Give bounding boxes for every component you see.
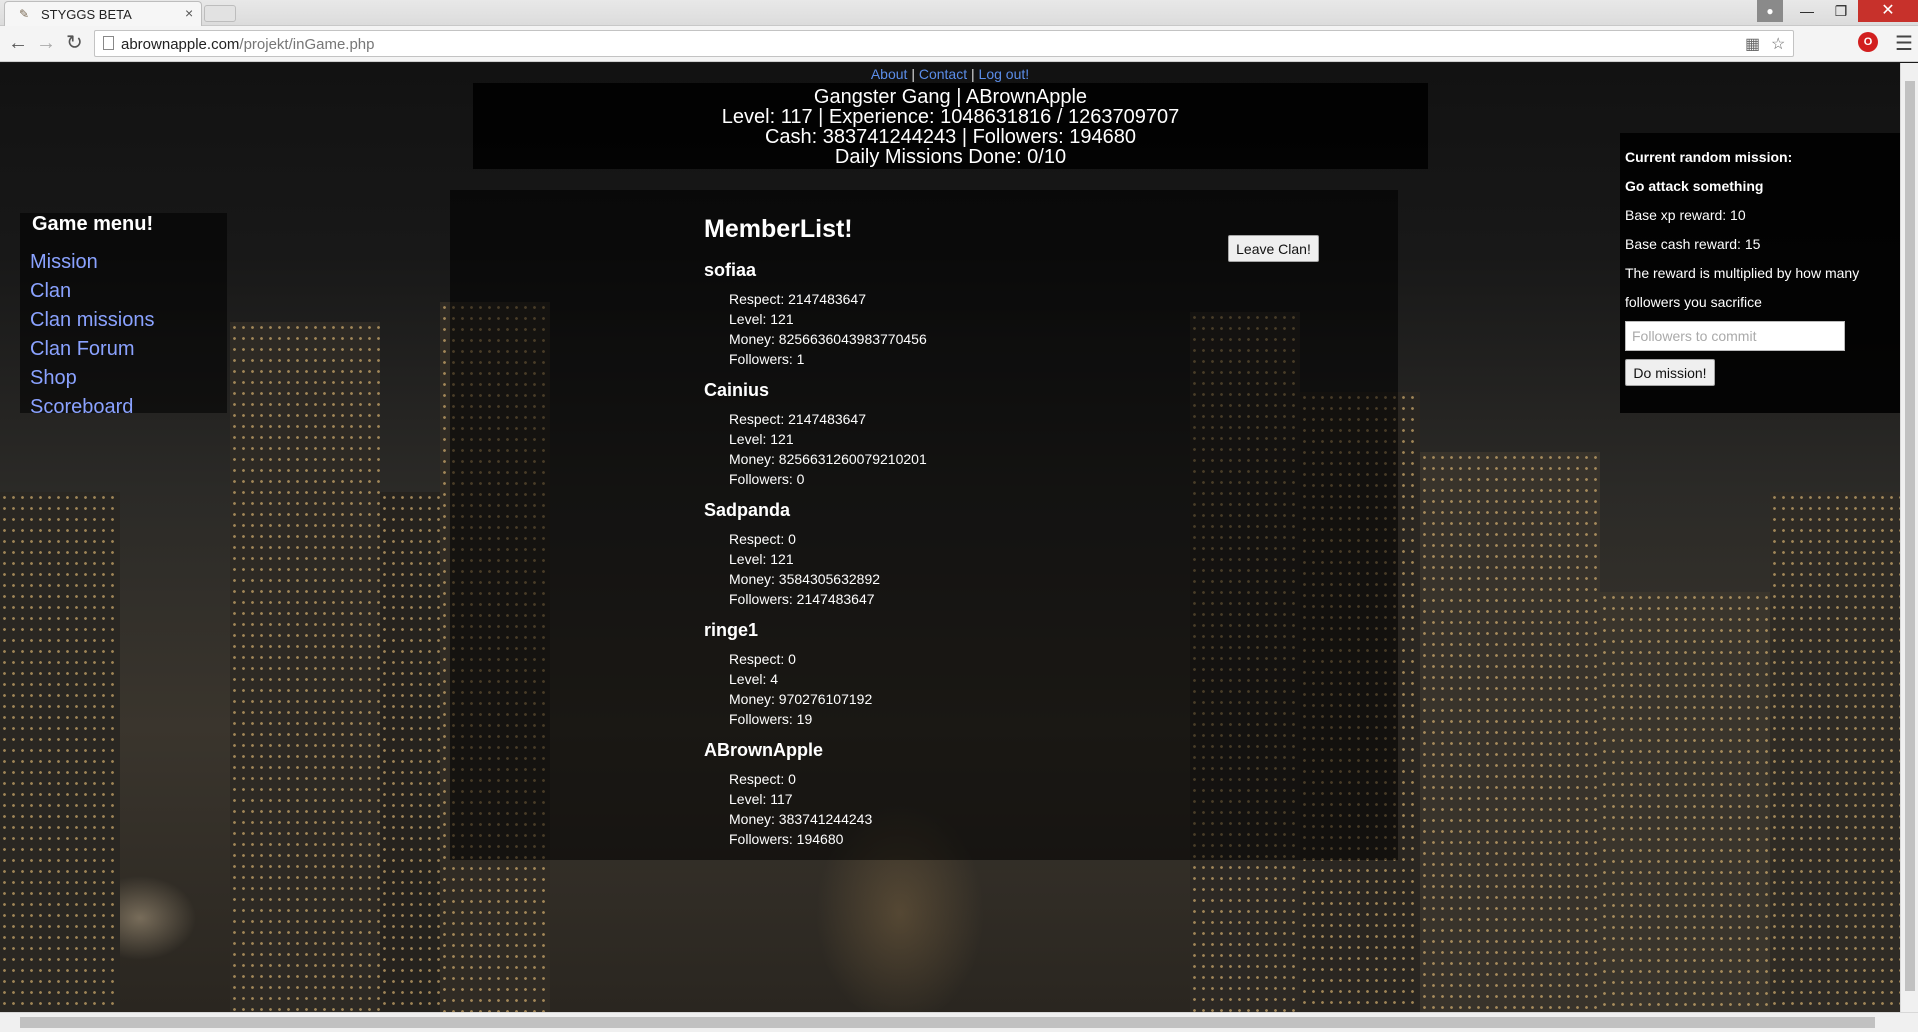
skyline-building — [230, 322, 380, 1012]
url-path: /projekt/inGame.php — [239, 36, 375, 53]
daily-missions: Daily Missions Done: 0/10 — [834, 146, 1067, 168]
member-level: Level: 117 — [729, 791, 793, 807]
skyline-building — [1770, 492, 1900, 1012]
member-followers: Followers: 2147483647 — [729, 591, 875, 607]
browser-titlebar: ✎ STYGGS BETA × ● — ❐ ✕ — [0, 0, 1918, 26]
member-entry: ringe1 Respect: 0 Level: 4 Money: 970276… — [704, 619, 1104, 729]
member-money: Money: 970276107192 — [729, 691, 873, 707]
game-menu-title: Game menu! — [32, 213, 154, 235]
mission-xp-reward: Base xp reward: 10 — [1625, 207, 1746, 223]
tab-title: STYGGS BETA — [41, 7, 132, 22]
star-icon[interactable]: ☆ — [1771, 34, 1785, 54]
member-name: ringe1 — [704, 620, 759, 640]
member-level: Level: 4 — [729, 671, 779, 687]
browser-tab[interactable]: ✎ STYGGS BETA × — [4, 1, 202, 26]
maximize-icon[interactable]: ❐ — [1820, 0, 1862, 22]
followers-input[interactable] — [1625, 321, 1845, 351]
logout-link[interactable]: Log out! — [979, 66, 1030, 82]
top-links: About | Contact | Log out! — [0, 66, 1900, 82]
member-money: Money: 3584305632892 — [729, 571, 881, 587]
member-money: Money: 383741244243 — [729, 811, 873, 827]
member-level: Level: 121 — [729, 311, 794, 327]
vertical-scrollbar-thumb[interactable] — [1905, 81, 1915, 991]
mission-description-cont: followers you sacrifice — [1625, 294, 1762, 310]
menu-item-clan-forum[interactable]: Clan Forum — [30, 335, 227, 364]
member-followers: Followers: 0 — [729, 471, 805, 487]
tab-close-icon[interactable]: × — [185, 5, 193, 21]
reload-icon[interactable]: ↻ — [66, 32, 83, 54]
url-host: abrownapple.com — [121, 36, 240, 53]
member-respect: Respect: 2147483647 — [729, 291, 866, 307]
member-followers: Followers: 19 — [729, 711, 813, 727]
player-status-panel: Gangster Gang | ABrownApple Level: 117 |… — [473, 83, 1428, 169]
mission-cash-reward: Base cash reward: 15 — [1625, 236, 1761, 252]
member-name: Sadpanda — [704, 500, 791, 520]
page-icon — [103, 36, 114, 50]
back-icon[interactable]: ← — [8, 32, 28, 54]
member-followers: Followers: 194680 — [729, 831, 844, 847]
close-icon[interactable]: ✕ — [1858, 0, 1918, 22]
new-tab-button[interactable] — [204, 5, 236, 22]
address-bar[interactable]: abrownapple.com/projekt/inGame.php ▦ ☆ — [94, 30, 1794, 57]
random-mission-panel: Current random mission: Go attack someth… — [1620, 133, 1900, 413]
game-menu: Game menu! Mission Clan Clan missions Cl… — [20, 213, 227, 418]
level-experience: Level: 117 | Experience: 1048631816 / 12… — [721, 106, 1180, 128]
member-name: Cainius — [704, 380, 770, 400]
skyline-building — [1420, 452, 1600, 1012]
menu-item-shop[interactable]: Shop — [30, 364, 227, 393]
do-mission-button[interactable]: Do mission! — [1625, 359, 1715, 386]
link-separator: | — [971, 66, 975, 82]
member-respect: Respect: 0 — [729, 531, 796, 547]
member-name: ABrownApple — [704, 740, 823, 760]
mission-description: The reward is multiplied by how many — [1625, 265, 1860, 281]
cash-followers: Cash: 383741244243 | Followers: 194680 — [764, 126, 1136, 148]
horizontal-scrollbar-thumb[interactable] — [20, 1017, 1875, 1028]
favicon-icon: ✎ — [19, 7, 30, 21]
about-link[interactable]: About — [871, 66, 908, 82]
skyline-building — [1600, 592, 1770, 1012]
member-followers: Followers: 1 — [729, 351, 805, 367]
forward-icon[interactable]: → — [36, 32, 56, 54]
member-level: Level: 121 — [729, 551, 794, 567]
link-separator: | — [911, 66, 915, 82]
horizontal-scrollbar[interactable] — [0, 1012, 1918, 1032]
menu-item-scoreboard[interactable]: Scoreboard — [30, 393, 227, 422]
member-money: Money: 8256636043983770456 — [729, 331, 927, 347]
member-entry: Sadpanda Respect: 0 Level: 121 Money: 35… — [704, 499, 1104, 609]
vertical-scrollbar[interactable] — [1900, 63, 1918, 1012]
menu-item-mission[interactable]: Mission — [30, 248, 227, 277]
member-money: Money: 8256631260079210201 — [729, 451, 927, 467]
member-respect: Respect: 0 — [729, 651, 796, 667]
translate-icon[interactable]: ▦ — [1745, 34, 1760, 54]
member-entry: ABrownApple Respect: 0 Level: 117 Money:… — [704, 739, 1104, 849]
contact-link[interactable]: Contact — [919, 66, 967, 82]
menu-icon[interactable]: ☰ — [1895, 31, 1913, 56]
user-icon[interactable]: ● — [1757, 0, 1783, 22]
url-text[interactable]: abrownapple.com/projekt/inGame.php — [121, 36, 374, 53]
mission-name: Go attack something — [1625, 178, 1764, 194]
extension-icon[interactable]: O — [1858, 32, 1878, 52]
memberlist-title: MemberList! — [704, 215, 853, 243]
skyline-building — [0, 492, 120, 1012]
menu-item-clan-missions[interactable]: Clan missions — [30, 306, 227, 335]
clan-and-player: Gangster Gang | ABrownApple — [813, 86, 1088, 108]
mission-heading: Current random mission: — [1625, 149, 1793, 165]
leave-clan-button[interactable]: Leave Clan! — [1228, 235, 1319, 262]
member-entry: sofiaa Respect: 2147483647 Level: 121 Mo… — [704, 259, 1104, 369]
member-level: Level: 121 — [729, 431, 794, 447]
member-respect: Respect: 2147483647 — [729, 411, 866, 427]
menu-item-clan[interactable]: Clan — [30, 277, 227, 306]
member-respect: Respect: 0 — [729, 771, 796, 787]
member-name: sofiaa — [704, 260, 757, 280]
browser-toolbar: ← → ↻ abrownapple.com/projekt/inGame.php… — [0, 26, 1918, 62]
member-entry: Cainius Respect: 2147483647 Level: 121 M… — [704, 379, 1104, 489]
